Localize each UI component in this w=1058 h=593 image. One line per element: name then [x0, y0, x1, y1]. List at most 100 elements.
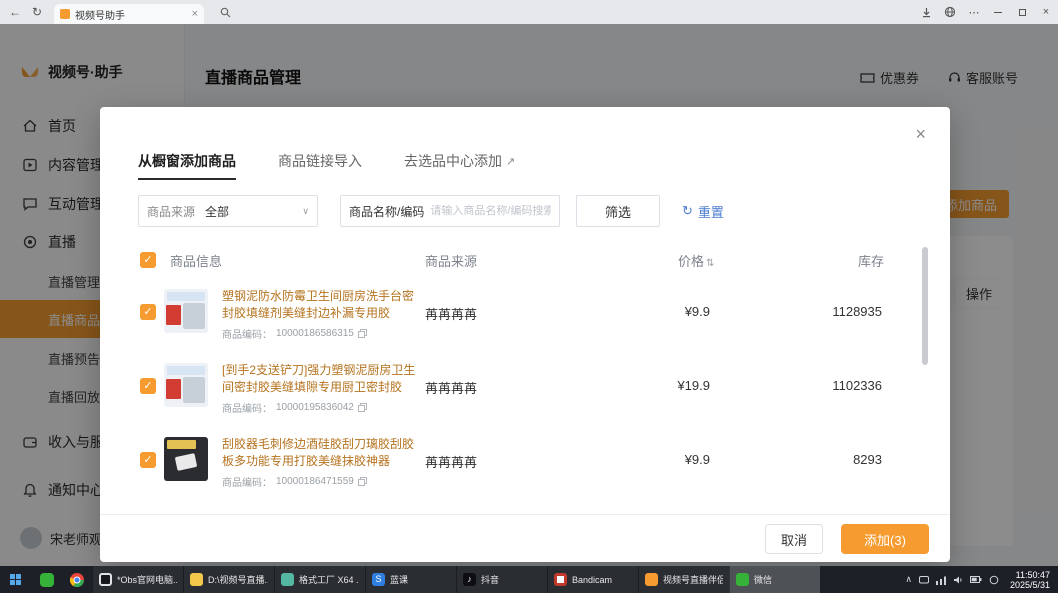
search-icon[interactable] — [214, 3, 236, 21]
download-icon[interactable] — [914, 0, 938, 24]
confirm-add-button[interactable]: 添加(3) — [841, 524, 929, 554]
system-tray: ∧ 11:50:47 2025/5/31 — [905, 570, 1058, 590]
product-code-label: 商品编码： — [222, 400, 272, 415]
taskbar-clock[interactable]: 11:50:47 2025/5/31 — [1010, 570, 1050, 590]
tray-battery-icon[interactable] — [970, 575, 982, 584]
taskbar-task-obs[interactable]: *Obs官网电脑... — [92, 566, 183, 593]
modal-scrollbar[interactable] — [922, 247, 928, 365]
product-source: 苒苒苒苒 — [425, 378, 477, 397]
tray-network-icon[interactable] — [936, 575, 946, 585]
maximize-button[interactable] — [1010, 0, 1034, 24]
tray-chat-icon[interactable] — [919, 575, 929, 585]
tab-label: 商品链接导入 — [278, 151, 362, 171]
product-price: ¥19.9 — [640, 378, 710, 393]
add-product-modal: × 从橱窗添加商品 商品链接导入 去选品中心添加 ↗ 商品来源 全部 ∨ 商品名… — [100, 107, 950, 562]
table-header: ✓ 商品信息 商品来源 价格⇅ 库存 — [100, 247, 950, 275]
obs-icon — [99, 573, 112, 586]
tab-title: 视频号助手 — [75, 7, 187, 22]
chevron-down-icon: ∨ — [302, 206, 309, 217]
task-label: 蓝课 — [390, 573, 408, 586]
screen: ← ↻ 视频号助手 × ⋯ × 视频号·助手 — [0, 0, 1058, 593]
tab-import-by-link[interactable]: 商品链接导入 — [278, 151, 362, 180]
pinned-chrome-button[interactable] — [62, 566, 92, 593]
refresh-icon[interactable]: ↻ — [26, 5, 48, 19]
product-title[interactable]: [到手2支送铲刀]强力塑钢泥厨房卫生间密封胶美缝填隙专用厨卫密封胶150M... — [222, 362, 422, 396]
row-checkbox[interactable]: ✓ — [140, 378, 156, 394]
taskbar-task-formatfactory[interactable]: 格式工厂 X64 ... — [274, 566, 365, 593]
format-factory-icon — [281, 573, 294, 586]
product-stock: 1102336 — [800, 378, 882, 393]
copy-icon[interactable] — [358, 477, 367, 486]
cancel-button[interactable]: 取消 — [765, 524, 823, 554]
header-price: 价格⇅ — [678, 251, 714, 270]
tray-expand-icon[interactable]: ∧ — [905, 574, 912, 585]
more-icon[interactable]: ⋯ — [962, 0, 986, 24]
product-title[interactable]: 刮胶器毛刺修边酒硅胶刮刀璃胶刮胶板多功能专用打胶美缝抹胶神器 — [222, 436, 422, 470]
task-label: 视频号直播伴侣 — [663, 573, 723, 586]
browser-chrome: ← ↻ 视频号助手 × ⋯ × — [0, 0, 1058, 24]
taskbar-task-lanke[interactable]: S 蓝课 — [365, 566, 456, 593]
wechat-icon — [736, 573, 749, 586]
copy-icon[interactable] — [358, 329, 367, 338]
product-code-value: 10000186586315 — [276, 328, 354, 339]
product-source: 苒苒苒苒 — [425, 304, 477, 323]
product-stock: 8293 — [800, 452, 882, 467]
modal-filters: 商品来源 全部 ∨ 商品名称/编码 筛选 ↻ 重置 — [138, 195, 724, 227]
reset-button[interactable]: ↻ 重置 — [682, 202, 724, 221]
header-price-label: 价格 — [678, 254, 704, 269]
tray-usb-icon[interactable] — [989, 575, 999, 585]
modal-close-icon[interactable]: × — [915, 125, 926, 143]
product-price: ¥9.9 — [640, 452, 710, 467]
product-thumbnail — [164, 437, 208, 481]
row-checkbox[interactable]: ✓ — [140, 304, 156, 320]
tab-label: 从橱窗添加商品 — [138, 151, 236, 171]
product-source: 苒苒苒苒 — [425, 452, 477, 471]
product-code-value: 10000186471559 — [276, 476, 354, 487]
tab-close-icon[interactable]: × — [192, 8, 198, 20]
globe-icon[interactable] — [938, 0, 962, 24]
tab-favicon-icon — [60, 9, 70, 19]
product-code-label: 商品编码： — [222, 474, 272, 489]
table-row: ✓ 刮胶器毛刺修边酒硅胶刮刀璃胶刮胶板多功能专用打胶美缝抹胶神器 商品编码： 10… — [100, 422, 920, 497]
row-checkbox[interactable]: ✓ — [140, 452, 156, 468]
taskbar-task-explorer[interactable]: D:\视频号直播... — [183, 566, 274, 593]
tab-selection-center[interactable]: 去选品中心添加 ↗ — [404, 151, 515, 180]
product-search-box: 商品名称/编码 — [340, 195, 560, 227]
copy-icon[interactable] — [358, 403, 367, 412]
table-row: ✓ 塑钢泥防水防霉卫生间厨房洗手台密封胶填缝剂美缝封边补漏专用胶150ml...… — [100, 274, 920, 349]
wechat-icon — [40, 573, 54, 587]
source-value: 全部 — [205, 203, 292, 220]
start-button[interactable] — [0, 566, 32, 593]
back-icon[interactable]: ← — [4, 5, 26, 19]
folder-icon — [190, 573, 203, 586]
window-close-button[interactable]: × — [1034, 0, 1058, 24]
product-title[interactable]: 塑钢泥防水防霉卫生间厨房洗手台密封胶填缝剂美缝封边补漏专用胶150ml... — [222, 288, 422, 322]
header-product-info: 商品信息 — [170, 251, 222, 270]
taskbar-task-live-companion[interactable]: 视频号直播伴侣 — [638, 566, 729, 593]
tab-add-from-showcase[interactable]: 从橱窗添加商品 — [138, 151, 236, 180]
minimize-button[interactable] — [986, 0, 1010, 24]
douyin-icon: ♪ — [463, 573, 476, 586]
tab-label: 去选品中心添加 — [404, 151, 502, 171]
modal-footer: 取消 添加(3) — [100, 514, 950, 562]
filter-button[interactable]: 筛选 — [576, 195, 660, 227]
taskbar-task-bandicam[interactable]: Bandicam — [547, 566, 638, 593]
product-source-select[interactable]: 商品来源 全部 ∨ — [138, 195, 318, 227]
product-thumbnail — [164, 363, 208, 407]
select-all-checkbox[interactable]: ✓ — [140, 252, 156, 268]
taskbar-task-wechat[interactable]: 微信 — [729, 566, 820, 593]
sort-icon[interactable]: ⇅ — [706, 258, 714, 269]
task-label: 格式工厂 X64 ... — [299, 573, 359, 586]
search-input[interactable] — [430, 205, 551, 217]
task-label: 抖音 — [481, 573, 499, 586]
pinned-wechat-button[interactable] — [32, 566, 62, 593]
chrome-icon — [70, 573, 84, 587]
task-label: Bandicam — [572, 575, 612, 585]
browser-tab[interactable]: 视频号助手 × — [54, 4, 204, 24]
lanke-icon: S — [372, 573, 385, 586]
taskbar-task-douyin[interactable]: ♪ 抖音 — [456, 566, 547, 593]
bandicam-icon — [554, 573, 567, 586]
tray-volume-icon[interactable] — [953, 575, 963, 585]
reset-icon: ↻ — [682, 203, 693, 219]
product-code: 商品编码：10000195836042 — [222, 400, 367, 415]
